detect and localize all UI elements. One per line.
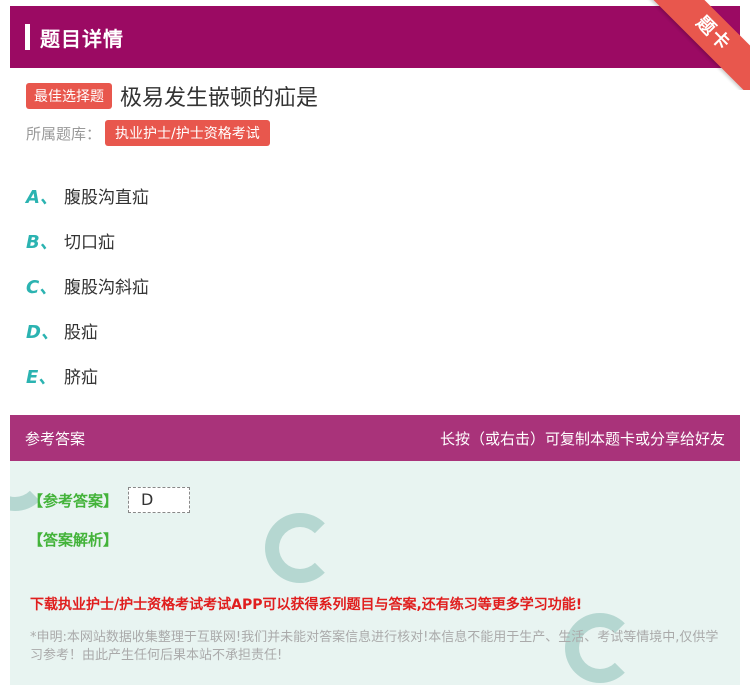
option-text: 腹股沟直疝 bbox=[64, 188, 149, 208]
question-row: 最佳选择题 极易发生嵌顿的疝是 bbox=[26, 80, 318, 112]
question-bank-row: 所属题库： 执业护士/护士资格考试 bbox=[26, 120, 270, 146]
disclaimer-text: *申明:本网站数据收集整理于互联网!我们并未能对答案信息进行核对!本信息不能用于… bbox=[30, 630, 719, 663]
option-letter: E、 bbox=[26, 366, 57, 388]
option-b[interactable]: B、 切口疝 bbox=[26, 218, 149, 263]
share-hint: 长按（或右击）可复制本题卡或分享给好友 bbox=[439, 429, 725, 448]
page-header: 题目详情 bbox=[10, 6, 740, 68]
answer-header-title: 参考答案 bbox=[25, 429, 86, 448]
option-text: 脐疝 bbox=[64, 368, 98, 388]
option-text: 股疝 bbox=[64, 323, 98, 343]
option-letter: C、 bbox=[26, 276, 58, 298]
ribbon-label: 题卡 bbox=[647, 0, 750, 90]
option-a[interactable]: A、 腹股沟直疝 bbox=[26, 173, 149, 218]
question-text: 极易发生嵌顿的疝是 bbox=[120, 86, 319, 111]
header-accent-bar bbox=[25, 24, 30, 50]
option-text: 切口疝 bbox=[64, 233, 115, 253]
option-letter: A、 bbox=[26, 186, 58, 208]
option-e[interactable]: E、 脐疝 bbox=[26, 353, 149, 398]
reference-answer-row: 【参考答案】 D bbox=[28, 487, 191, 513]
option-letter: D、 bbox=[26, 321, 59, 343]
option-d[interactable]: D、 股疝 bbox=[26, 308, 149, 353]
answer-body: 【参考答案】 D 【答案解析】 下载执业护士/护士资格考试考试APP可以获得系列… bbox=[10, 461, 740, 685]
question-card-ribbon[interactable]: 题卡 bbox=[640, 0, 750, 90]
option-text: 腹股沟斜疝 bbox=[64, 278, 149, 298]
bank-label: 所属题库： bbox=[26, 124, 102, 143]
page-title: 题目详情 bbox=[40, 26, 124, 51]
question-type-badge: 最佳选择题 bbox=[26, 83, 112, 109]
option-letter: B、 bbox=[26, 231, 58, 253]
answer-analysis-label: 【答案解析】 bbox=[28, 531, 119, 549]
reference-answer-label: 【参考答案】 bbox=[28, 491, 119, 510]
option-c[interactable]: C、 腹股沟斜疝 bbox=[26, 263, 149, 308]
options-list: A、 腹股沟直疝 B、 切口疝 C、 腹股沟斜疝 D、 股疝 E、 脐疝 bbox=[26, 173, 149, 398]
reference-answer-value: D bbox=[128, 487, 191, 513]
bank-tag[interactable]: 执业护士/护士资格考试 bbox=[105, 120, 270, 146]
watermark-logo-icon bbox=[265, 513, 335, 583]
answer-header: 参考答案 长按（或右击）可复制本题卡或分享给好友 bbox=[10, 415, 740, 461]
app-download-promo[interactable]: 下载执业护士/护士资格考试考试APP可以获得系列题目与答案,还有练习等更多学习功… bbox=[30, 594, 582, 614]
